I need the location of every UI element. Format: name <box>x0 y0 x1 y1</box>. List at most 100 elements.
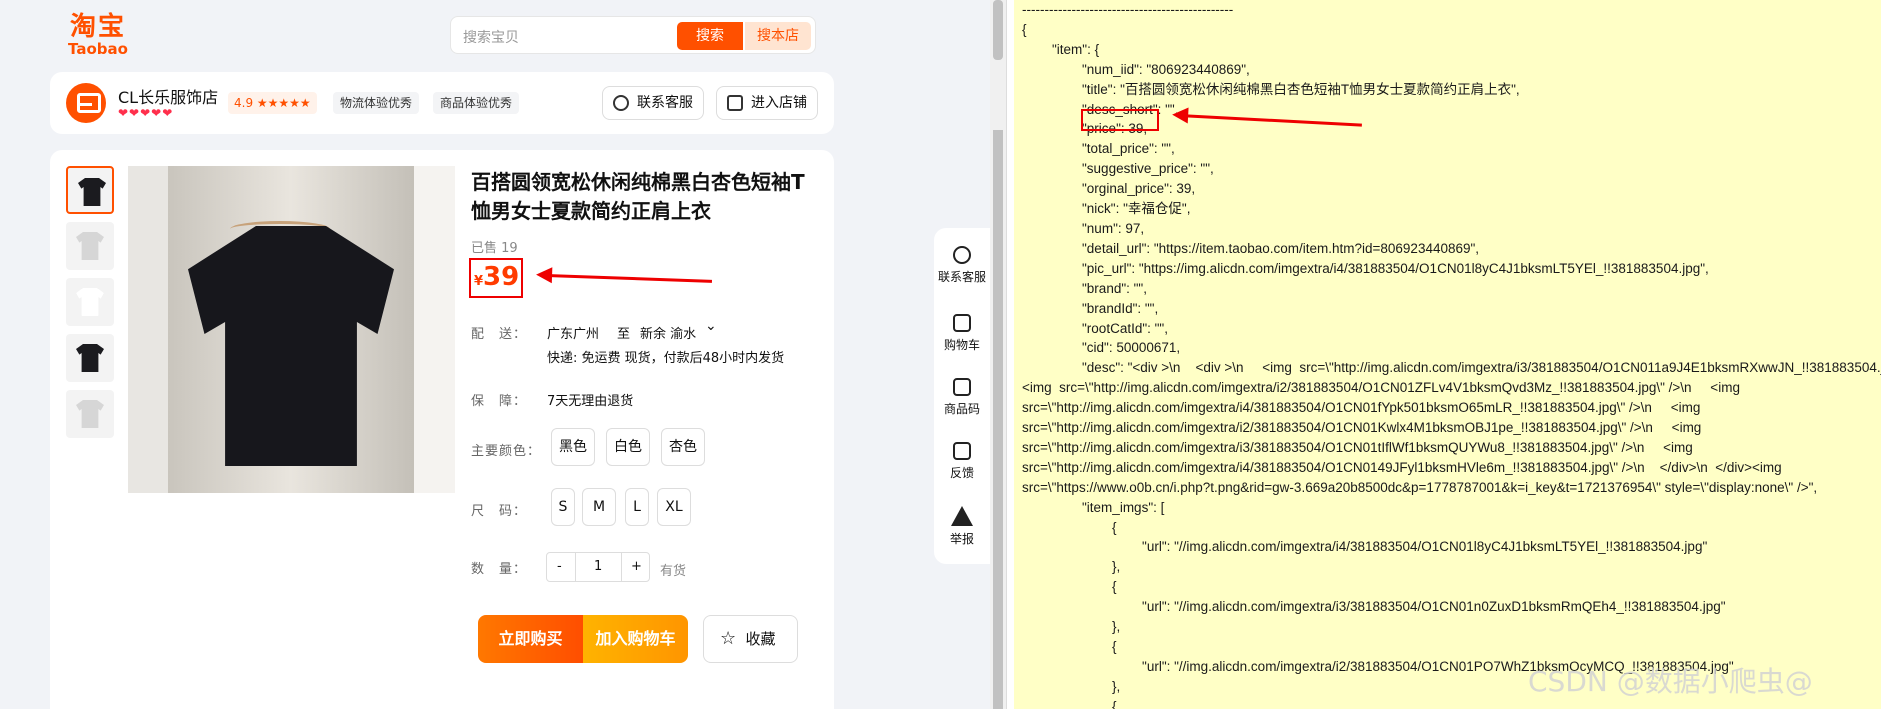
float-report[interactable]: 举报 <box>934 506 990 547</box>
json-line: "num_iid": "806923440869", <box>1022 61 1250 77</box>
shop-tag-logistics: 物流体验优秀 <box>333 92 420 114</box>
json-line: "cid": 50000671, <box>1022 340 1181 356</box>
json-line: src=\"http://img.alicdn.com/imgextra/i3/… <box>1022 439 1693 455</box>
json-line: }, <box>1022 619 1121 635</box>
pane-divider[interactable] <box>1006 0 1014 709</box>
favorite-label: 收藏 <box>745 630 776 648</box>
json-line: "orginal_price": 39, <box>1022 181 1196 197</box>
favorite-button[interactable]: ☆ 收藏 <box>703 615 798 663</box>
float-label-cart: 购物车 <box>943 338 980 352</box>
json-line: src=\"http://img.alicdn.com/imgextra/i2/… <box>1022 420 1702 436</box>
float-cart[interactable]: 购物车 <box>934 314 990 353</box>
product-price: ¥39 <box>474 262 519 292</box>
qty-minus-button[interactable]: - <box>557 559 562 574</box>
float-product-code[interactable]: 商品码 <box>934 378 990 417</box>
float-feedback[interactable]: 反馈 <box>934 442 990 481</box>
search-box: 搜索宝贝 搜索 搜本店 <box>450 16 816 54</box>
warning-icon <box>951 506 973 526</box>
size-option-xl[interactable]: XL <box>657 488 691 526</box>
thumbnail-5[interactable] <box>66 390 114 438</box>
json-line: "title": "百搭圆领宽松休闲纯棉黑白杏色短袖T恤男女士夏款简约正肩上衣"… <box>1022 81 1520 97</box>
json-line: { <box>1022 579 1117 595</box>
taobao-product-page: 淘宝 Taobao 搜索宝贝 搜索 搜本店 CL长乐服饰店 ❤❤❤❤❤ 4.9 … <box>0 0 990 709</box>
cart-icon <box>953 314 971 332</box>
thumbnail-4[interactable] <box>66 334 114 382</box>
size-option-s[interactable]: S <box>551 488 575 526</box>
chat-icon <box>613 95 629 111</box>
json-line: "item_imgs": [ <box>1022 499 1165 515</box>
shop-rating: 4.9 ★★★★★ <box>228 92 317 114</box>
sold-count: 已售 19 <box>471 241 518 256</box>
shop-bar: CL长乐服饰店 ❤❤❤❤❤ 4.9 ★★★★★ 物流体验优秀 商品体验优秀 联系… <box>50 72 834 134</box>
json-line: ----------------------------------------… <box>1022 2 1234 17</box>
qty-plus-button[interactable]: + <box>631 559 642 574</box>
json-line: "rootCatId": "", <box>1022 320 1168 336</box>
qty-input[interactable]: 1 <box>594 559 602 574</box>
price-value: 39 <box>483 262 520 292</box>
shop-logo-icon[interactable] <box>66 83 106 123</box>
left-scrollbar[interactable] <box>990 0 1006 709</box>
json-line: "item": { <box>1022 41 1100 57</box>
logo-cn: 淘宝 <box>69 12 126 42</box>
float-label-service: 联系客服 <box>937 270 986 284</box>
color-option-black[interactable]: 黑色 <box>551 428 595 466</box>
search-shop-button[interactable]: 搜本店 <box>745 22 811 50</box>
floating-sidebar: 联系客服 购物车 商品码 反馈 举报 <box>934 228 990 564</box>
chevron-down-icon[interactable]: ⌄ <box>705 318 717 334</box>
thumbnail-list <box>66 166 114 446</box>
delivery-destination[interactable]: 新余 渝水 <box>640 323 696 342</box>
json-line: }, <box>1022 559 1121 575</box>
contact-service-button[interactable]: 联系客服 <box>602 86 704 120</box>
json-line: { <box>1022 519 1117 535</box>
scrollbar-thumb[interactable] <box>993 130 1003 709</box>
guarantee-label: 保 障： <box>471 394 528 409</box>
json-output-pane: ----------------------------------------… <box>1014 0 1881 709</box>
json-line: { <box>1022 21 1027 37</box>
shop-name[interactable]: CL长乐服饰店 <box>118 84 218 108</box>
color-option-apricot[interactable]: 杏色 <box>661 428 705 466</box>
json-line: src=\"https://www.o0b.cn/i.php?t.png&rid… <box>1022 479 1818 495</box>
price-json-highlight-box <box>1081 109 1159 131</box>
buy-now-button[interactable]: 立即购买 <box>478 615 583 663</box>
logo-en: Taobao <box>68 40 128 58</box>
delivery-to-word: 至 <box>617 327 631 342</box>
json-line: <img src=\"http://img.alicdn.com/imgextr… <box>1022 380 1740 396</box>
float-label-report: 举报 <box>949 532 974 546</box>
thumbnail-3[interactable] <box>66 278 114 326</box>
currency-symbol: ¥ <box>474 274 484 289</box>
stock-status: 有货 <box>660 564 687 579</box>
chat-icon <box>953 246 971 264</box>
json-line: "detail_url": "https://item.taobao.com/i… <box>1022 240 1480 256</box>
search-button[interactable]: 搜索 <box>677 22 743 50</box>
csdn-watermark: CSDN @数据小爬虫@ <box>1528 665 1813 698</box>
main-product-image[interactable] <box>128 166 455 493</box>
enter-shop-label: 进入店铺 <box>751 95 807 111</box>
taobao-logo[interactable]: 淘宝 Taobao <box>66 12 130 58</box>
size-option-m[interactable]: M <box>582 488 616 526</box>
json-line: src=\"http://img.alicdn.com/imgextra/i4/… <box>1022 400 1701 416</box>
delivery-note: 快递: 免运费 现货，付款后48小时内发货 <box>547 351 785 366</box>
annotation-arrow-left <box>549 274 713 283</box>
shop-tag-product: 商品体验优秀 <box>433 92 520 114</box>
product-card: 百搭圆领宽松休闲纯棉黑白杏色短袖T恤男女士夏款简约正肩上衣 已售 19 ¥39 … <box>50 150 834 709</box>
size-option-l[interactable]: L <box>625 488 649 526</box>
grid-icon <box>953 378 971 396</box>
float-contact-service[interactable]: 联系客服 <box>934 246 990 285</box>
json-text: ----------------------------------------… <box>1022 0 1881 709</box>
quantity-label: 数 量： <box>471 562 528 577</box>
json-line: "desc": "<div >\n <div >\n <img src=\"ht… <box>1022 360 1881 376</box>
delivery-label: 配 送： <box>471 327 528 342</box>
store-icon <box>727 95 743 111</box>
float-label-feedback: 反馈 <box>949 466 974 480</box>
enter-shop-button[interactable]: 进入店铺 <box>716 86 818 120</box>
thumbnail-2[interactable] <box>66 222 114 270</box>
color-option-white[interactable]: 白色 <box>606 428 650 466</box>
scrollbar-thumb-top[interactable] <box>993 0 1003 60</box>
quantity-stepper: - 1 + <box>546 552 650 582</box>
thumbnail-1[interactable] <box>66 166 114 214</box>
guarantee-value: 7天无理由退货 <box>547 394 634 409</box>
star-icon: ☆ <box>720 628 737 649</box>
search-input[interactable]: 搜索宝贝 <box>463 27 519 47</box>
json-line: "brandId": "", <box>1022 300 1159 316</box>
add-to-cart-button[interactable]: 加入购物车 <box>583 615 688 663</box>
